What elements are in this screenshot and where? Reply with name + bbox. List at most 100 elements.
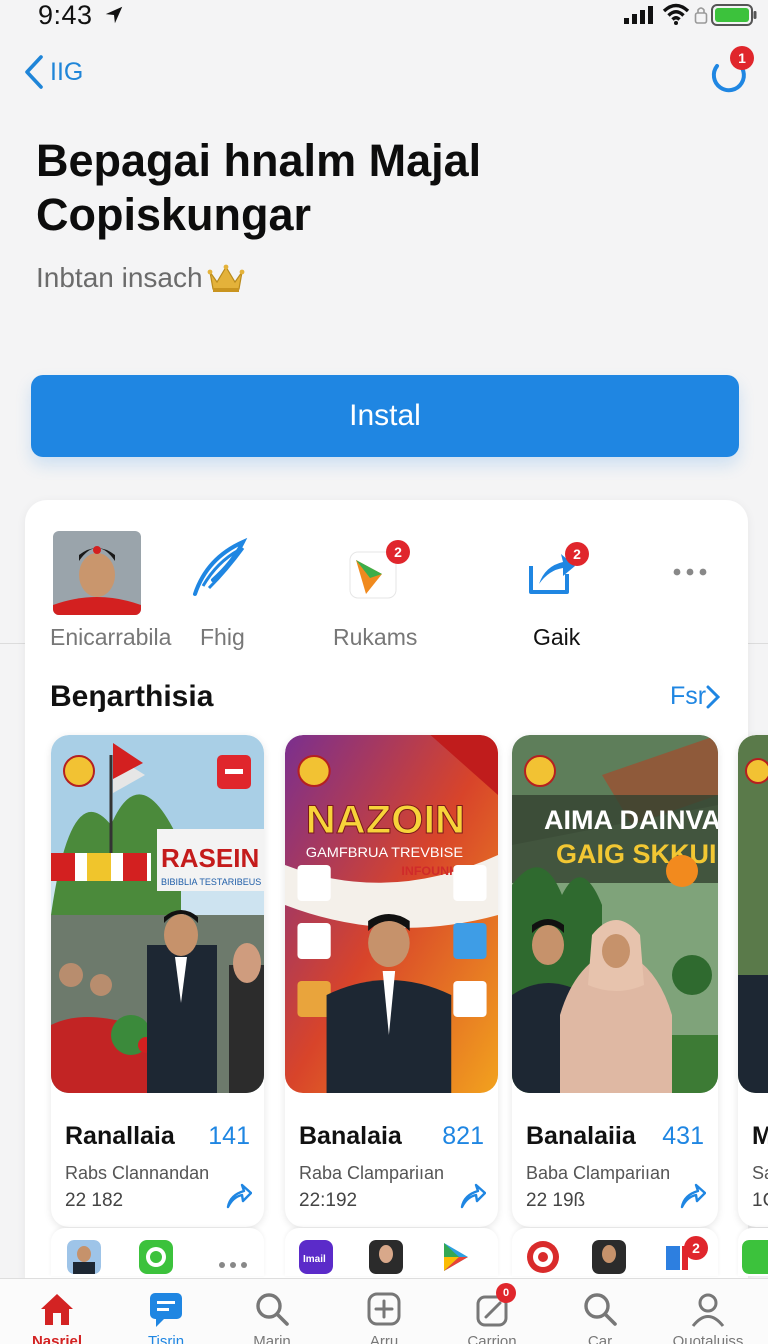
tile-count: 141 <box>208 1122 250 1150</box>
mini-tile[interactable] <box>51 1228 264 1276</box>
tab-label: Tisrin <box>147 1333 185 1344</box>
content-tile[interactable]: M Sa 1C <box>738 735 768 1227</box>
share-icon[interactable] <box>458 1183 486 1211</box>
tab-bar: Nasriel Tisrin Marin Arru 0 Carrion Car … <box>0 1278 768 1344</box>
tab-search-2[interactable]: Car <box>560 1289 640 1344</box>
more-icon <box>219 1262 247 1268</box>
quick-action-label-2: Fhig <box>200 624 245 650</box>
tab-search[interactable]: Marin <box>232 1289 312 1344</box>
tab-badge: 0 <box>496 1283 516 1303</box>
wifi-icon <box>662 3 690 25</box>
tile-subtitle: Raba Clampariıan <box>299 1163 445 1183</box>
quick-action-forward[interactable]: 2 <box>348 540 410 604</box>
chevron-left-icon <box>25 55 43 89</box>
target-icon <box>527 1241 559 1273</box>
back-button[interactable]: IIG <box>24 54 83 90</box>
tile-name: Banalaia <box>299 1122 402 1150</box>
tile-image-art-1: RASEIN BIBIBLIA TESTARIBEUS <box>51 735 264 1093</box>
tile-name: M <box>752 1122 768 1150</box>
content-tile[interactable]: RASEIN BIBIBLIA TESTARIBEUS Ranallaia 14… <box>51 735 264 1227</box>
content-tile[interactable]: NAZOIN GAMFBRUA TREVBISE INFOUNKE Banala… <box>285 735 498 1227</box>
tile-image: NAZOIN GAMFBRUA TREVBISE INFOUNKE <box>285 735 498 1093</box>
notification-badge: 1 <box>730 46 754 70</box>
tile-banner-sub-2: GAMFBRUA TREVBISE <box>306 845 463 861</box>
home-icon <box>41 1294 73 1325</box>
app-subtitle: Inbtan insach <box>36 262 203 293</box>
tab-home[interactable]: Nasriel <box>17 1289 97 1344</box>
quick-action-badge-3: 2 <box>386 540 410 564</box>
tile-image: AIMA DAINVA GAIG SKKUIN <box>512 735 718 1093</box>
more-button[interactable] <box>670 562 710 582</box>
tile-number: 22 182 <box>65 1190 124 1211</box>
tab-compose[interactable]: 0 Carrion <box>452 1283 532 1344</box>
chat-icon <box>150 1293 182 1327</box>
tile-number: 22:192 <box>299 1190 358 1211</box>
tile-banner-3: AIMA DAINVA <box>544 805 718 835</box>
quick-action-label-3: Rukams <box>333 624 418 650</box>
quick-action-label-4: Gaik <box>533 624 581 650</box>
feather-icon <box>193 537 248 596</box>
tile-image-art-2: NAZOIN GAMFBRUA TREVBISE INFOUNKE <box>285 735 498 1093</box>
install-button[interactable]: Instal <box>31 375 739 457</box>
mini-tile[interactable]: Imail <box>285 1228 498 1276</box>
see-all-label: Fsr <box>670 682 707 710</box>
profile-photo[interactable] <box>53 531 141 615</box>
play-store-icon <box>444 1243 468 1271</box>
back-label: IIG <box>50 57 84 86</box>
quick-action-feather[interactable] <box>187 528 257 598</box>
tile-subtitle: Sa <box>752 1163 768 1183</box>
tile-number: 22 19ß <box>526 1190 586 1211</box>
tile-image <box>738 735 768 1093</box>
tile-count: 821 <box>442 1122 484 1150</box>
quick-action-badge-4: 2 <box>565 542 589 566</box>
tab-label: Marin <box>253 1333 291 1344</box>
more-icon <box>673 568 707 576</box>
tab-profile[interactable]: Quotaluiss <box>668 1289 748 1344</box>
cellular-signal-icon <box>624 6 653 24</box>
battery-icon <box>711 4 757 26</box>
tile-name: Ranallaia <box>65 1122 175 1150</box>
tab-label: Quotaluiss <box>672 1333 744 1344</box>
tab-add[interactable]: Arru <box>344 1289 424 1344</box>
portrait-icon <box>592 1240 626 1274</box>
tile-banner-2: NAZOIN <box>306 797 465 842</box>
messages-icon <box>139 1240 173 1274</box>
status-time: 9:43 <box>38 0 93 30</box>
app-subtitle-row: Inbtan insach <box>36 262 245 294</box>
tile-image: RASEIN BIBIBLIA TESTARIBEUS <box>51 735 264 1093</box>
tile-subtitle: Rabs Clannandan <box>65 1163 210 1183</box>
quick-action-label-1: Enicarrabila <box>50 624 172 650</box>
tile-banner-1: RASEIN <box>161 843 259 873</box>
imail-icon: Imail <box>299 1240 333 1274</box>
tile-count: 431 <box>662 1122 704 1150</box>
portrait-icon <box>369 1240 403 1274</box>
share-icon[interactable] <box>678 1183 706 1211</box>
tile-banner-sub-1: BIBIBLIA TESTARIBEUS <box>161 877 261 887</box>
tile-number: 1C <box>752 1190 768 1211</box>
section-title: Beŋarthisia <box>50 680 214 713</box>
content-tile[interactable]: AIMA DAINVA GAIG SKKUIN Banalaiia 431 Ba… <box>512 735 718 1227</box>
notifications-button[interactable]: 1 <box>706 46 754 94</box>
tab-label: Nasriel <box>31 1333 83 1344</box>
tab-label: Carrion <box>467 1333 517 1344</box>
search-icon <box>584 1293 617 1326</box>
mini-tile-badge: 2 <box>684 1236 708 1260</box>
see-all-link[interactable]: Fsr <box>670 682 721 711</box>
tab-label: Car <box>587 1333 613 1344</box>
share-icon[interactable] <box>224 1183 252 1211</box>
quick-action-share[interactable]: 2 <box>523 542 589 604</box>
profile-icon <box>691 1293 725 1327</box>
tab-chat[interactable]: Tisrin <box>126 1289 206 1344</box>
tile-image-art-4 <box>738 735 768 1093</box>
mini-tile[interactable] <box>738 1228 768 1276</box>
chevron-right-icon <box>706 685 721 708</box>
status-bar: 9:43 <box>0 0 768 34</box>
mini-tile[interactable]: 2 <box>512 1228 718 1276</box>
app-icon <box>742 1240 768 1274</box>
add-icon <box>367 1292 401 1326</box>
tile-image-art-3: AIMA DAINVA GAIG SKKUIN <box>512 735 718 1093</box>
svg-text:Imail: Imail <box>303 1254 326 1265</box>
tile-name: Banalaiia <box>526 1122 636 1150</box>
rotation-lock-icon <box>694 7 708 24</box>
crown-icon <box>207 264 244 292</box>
